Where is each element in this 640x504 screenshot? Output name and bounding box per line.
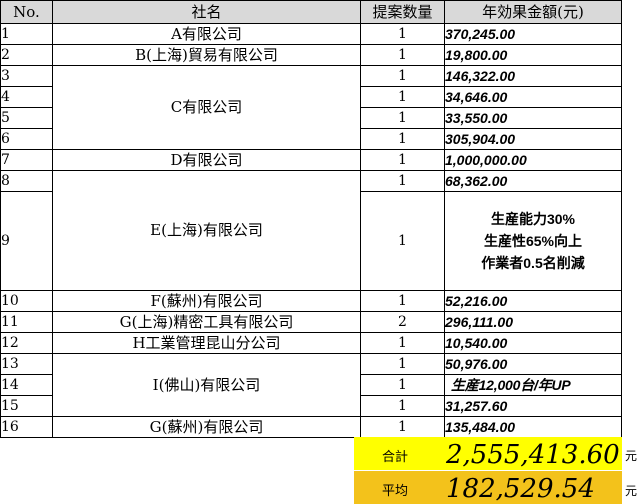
row-no: 2 [0, 44, 53, 66]
row-no: 10 [0, 290, 53, 312]
proposal-count: 1 [360, 23, 445, 45]
company-name: H工業管理昆山分公司 [52, 332, 361, 354]
table-row: 8 E(上海)有限公司 1 68,362.00 [0, 170, 622, 291]
table-row: 11 G(上海)精密工具有限公司 2 296,111.00 [0, 311, 622, 333]
row-no: 9 [0, 191, 53, 291]
proposal-count: 2 [360, 311, 445, 333]
table-row: 7 D有限公司 1 1,000,000.00 [0, 149, 622, 171]
header-count: 提案数量 [360, 0, 445, 24]
annual-effect-amount: 50,976.00 [444, 353, 622, 375]
company-name: D有限公司 [52, 149, 361, 171]
proposal-count: 1 [360, 128, 445, 150]
table-row: 3 C有限公司 1 146,322.00 [0, 65, 622, 150]
table-row: 12 H工業管理昆山分公司 1 10,540.00 [0, 332, 622, 354]
proposal-count: 1 [360, 290, 445, 312]
table-row: 16 G(蘇州)有限公司 1 135,484.00 [0, 416, 622, 438]
company-name: B(上海)貿易有限公司 [52, 44, 361, 66]
annual-effect-amount: 52,216.00 [444, 290, 622, 312]
average-label: 平均 [382, 484, 409, 499]
company-name: G(上海)精密工具有限公司 [52, 311, 361, 333]
annual-effect-amount: 31,257.60 [444, 395, 622, 417]
proposal-count: 1 [360, 353, 445, 375]
company-name: C有限公司 [52, 65, 361, 150]
average-value: 182,529.54 [446, 474, 595, 504]
row-no: 13 [0, 353, 53, 375]
row-no: 14 [0, 374, 53, 396]
row-no: 7 [0, 149, 53, 171]
table-row: 1 A有限公司 1 370,245.00 [0, 23, 622, 45]
annual-effect-amount: 33,550.00 [444, 107, 622, 129]
total-value: 2,555,413.60 [446, 440, 620, 470]
annual-effect-amount: 68,362.00 [444, 170, 622, 192]
annual-effect-note: 生産能力30% 生産性65%向上 作業者0.5名削減 [444, 191, 622, 291]
total-unit: 元 [625, 449, 638, 463]
effect-note-line: 作業者0.5名削減 [481, 255, 585, 271]
header-no: No. [0, 0, 53, 24]
company-name: E(上海)有限公司 [52, 170, 361, 291]
total-row: 合計 2,555,413.60 [354, 437, 622, 470]
proposal-count: 1 [360, 44, 445, 66]
annual-effect-amount: 146,322.00 [444, 65, 622, 87]
annual-effect-amount: 305,904.00 [444, 128, 622, 150]
annual-effect-amount: 135,484.00 [444, 416, 622, 438]
row-no: 16 [0, 416, 53, 438]
company-name: G(蘇州)有限公司 [52, 416, 361, 438]
proposal-count: 1 [360, 107, 445, 129]
proposal-count: 1 [360, 374, 445, 396]
table-row: 13 I(佛山)有限公司 1 50,976.00 [0, 353, 622, 417]
row-no: 8 [0, 170, 53, 192]
row-no: 5 [0, 107, 53, 129]
annual-effect-amount: 10,540.00 [444, 332, 622, 354]
effect-note-line: 生産性65%向上 [483, 233, 583, 249]
proposal-count: 1 [360, 416, 445, 438]
row-no: 12 [0, 332, 53, 354]
table-row: 2 B(上海)貿易有限公司 1 19,800.00 [0, 44, 622, 66]
proposal-count: 1 [360, 86, 445, 108]
proposal-count: 1 [360, 149, 445, 171]
effect-table: No. 社名 提案数量 年効果金額(元) 1 A有限公司 1 370,245.0… [0, 0, 622, 438]
proposal-count: 1 [360, 170, 445, 192]
effect-note-line: 生産能力30% [490, 211, 576, 227]
total-label: 合計 [382, 450, 409, 465]
table-row: 10 F(蘇州)有限公司 1 52,216.00 [0, 290, 622, 312]
annual-effect-amount: 296,111.00 [444, 311, 622, 333]
row-no: 15 [0, 395, 53, 417]
row-no: 6 [0, 128, 53, 150]
company-name: A有限公司 [52, 23, 361, 45]
annual-effect-amount: 370,245.00 [444, 23, 622, 45]
proposal-count: 1 [360, 191, 445, 291]
proposal-count: 1 [360, 65, 445, 87]
header-row: No. 社名 提案数量 年効果金額(元) [0, 0, 622, 24]
annual-effect-amount: 34,646.00 [444, 86, 622, 108]
row-no: 4 [0, 86, 53, 108]
proposal-count: 1 [360, 395, 445, 417]
proposal-count: 1 [360, 332, 445, 354]
annual-effect-amount: 1,000,000.00 [444, 149, 622, 171]
annual-effect-amount: 生産12,000台/年UP [444, 374, 622, 396]
company-name: F(蘇州)有限公司 [52, 290, 361, 312]
row-no: 3 [0, 65, 53, 87]
company-name: I(佛山)有限公司 [52, 353, 361, 417]
annual-effect-amount: 19,800.00 [444, 44, 622, 66]
average-unit: 元 [625, 484, 638, 498]
header-company: 社名 [52, 0, 361, 24]
average-row: 平均 182,529.54 [354, 471, 622, 504]
row-no: 11 [0, 311, 53, 333]
header-amount: 年効果金額(元) [444, 0, 622, 24]
row-no: 1 [0, 23, 53, 45]
